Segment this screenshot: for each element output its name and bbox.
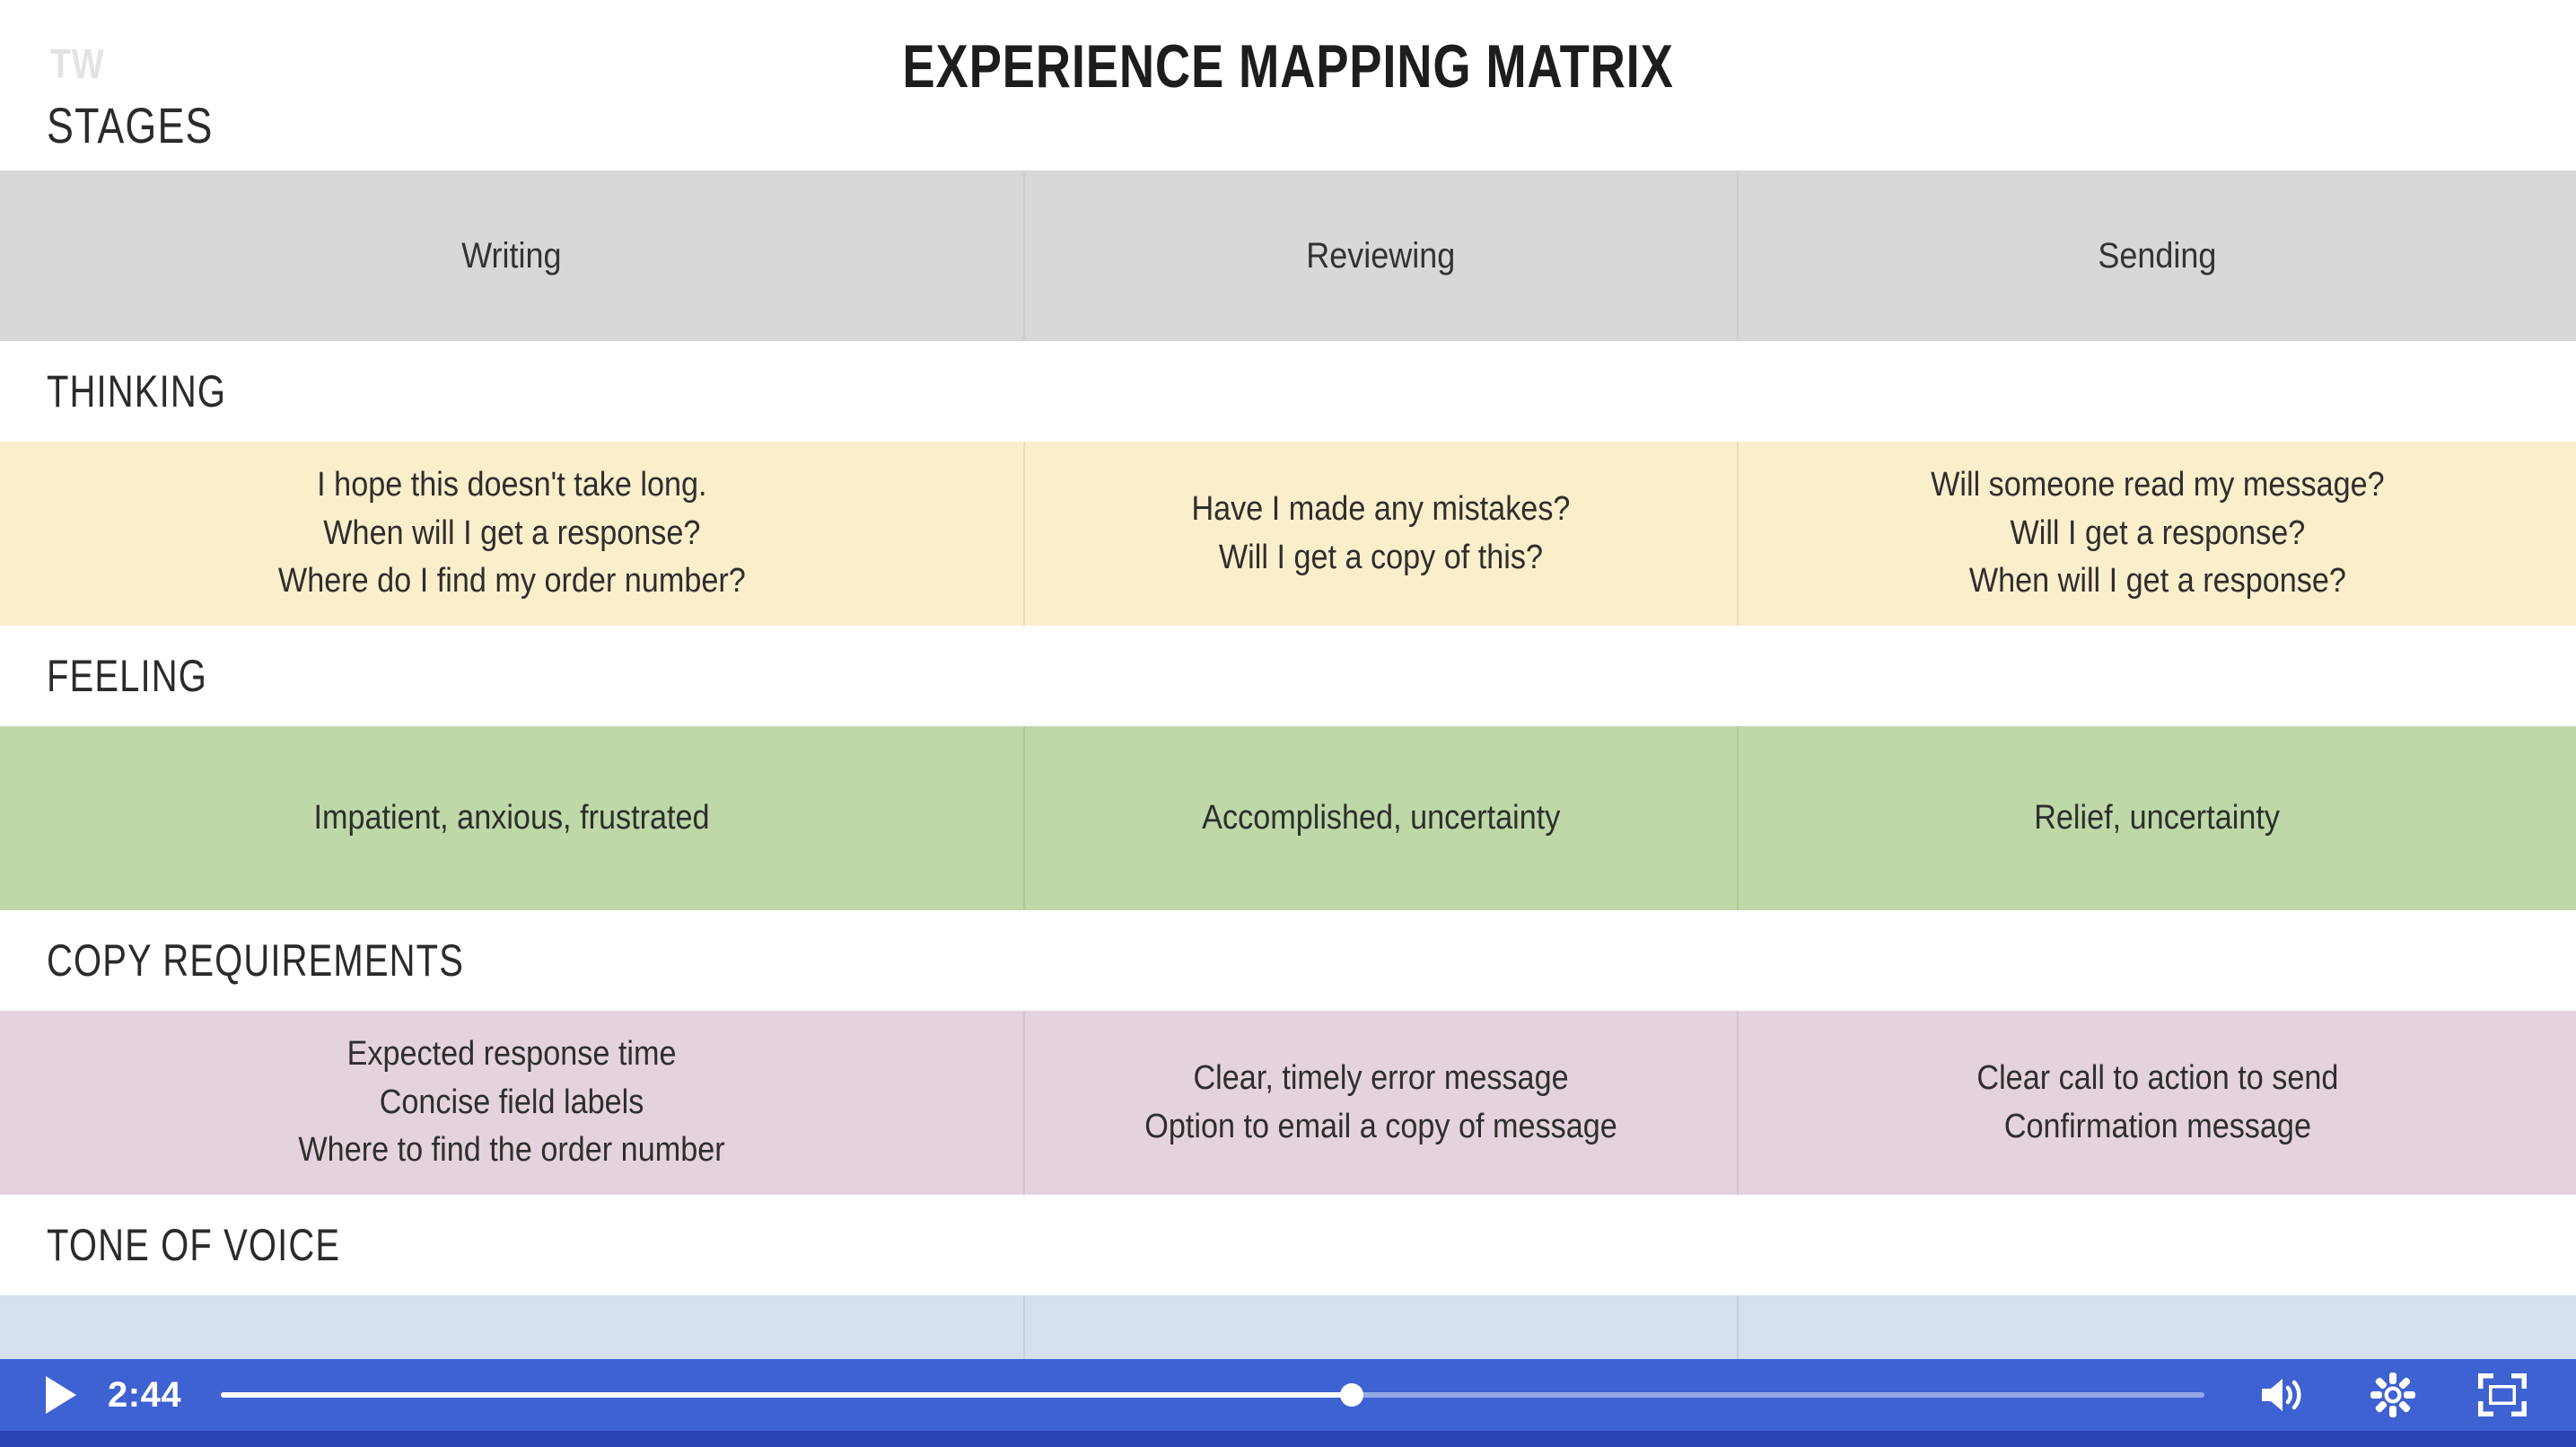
slide-canvas: TW STAGES EXPERIENCE MAPPING MATRIX Writ… xyxy=(0,0,2576,1447)
row-label-copy-requirements-text: COPY REQUIREMENTS xyxy=(47,935,465,986)
stages-row-label: STAGES xyxy=(47,101,214,151)
matrix-row-feeling: Impatient, anxious, frustrated Accomplis… xyxy=(0,726,2576,910)
column-header-writing: Writing xyxy=(461,235,562,276)
column-header-sending: Sending xyxy=(1737,171,2576,341)
row-label-thinking: THINKING xyxy=(0,341,2576,442)
experience-matrix: Writing Reviewing Sending THINKING I hop… xyxy=(0,171,2576,1447)
volume-button[interactable] xyxy=(2240,1359,2326,1431)
progress-handle[interactable] xyxy=(1339,1383,1363,1407)
cell-feeling-sending: Relief, uncertainty xyxy=(1737,726,2576,910)
row-label-tone-of-voice: TONE OF VOICE xyxy=(0,1195,2576,1295)
page-title: EXPERIENCE MAPPING MATRIX xyxy=(0,36,2576,97)
cell-thinking-reviewing: Have I made any mistakes? Will I get a c… xyxy=(1023,442,1737,626)
cell-copy-reviewing: Clear, timely error message Option to em… xyxy=(1023,1011,1737,1195)
cell-copy-writing: Expected response time Concise field lab… xyxy=(298,1034,725,1170)
row-label-thinking-text: THINKING xyxy=(47,366,227,417)
settings-button[interactable] xyxy=(2350,1359,2436,1431)
row-label-tone-of-voice-text: TONE OF VOICE xyxy=(47,1220,341,1270)
cell-copy-sending: Clear call to action to send Confirmatio… xyxy=(1737,1011,2576,1195)
row-label-copy-requirements: COPY REQUIREMENTS xyxy=(0,910,2576,1011)
cell-feeling-reviewing: Accomplished, uncertainty xyxy=(1023,726,1737,910)
fullscreen-icon xyxy=(2478,1373,2527,1416)
play-button[interactable] xyxy=(20,1359,97,1431)
matrix-row-copy-requirements: Expected response time Concise field lab… xyxy=(0,1011,2576,1195)
row-label-feeling: FEELING xyxy=(0,626,2576,726)
cell-thinking-sending: Will someone read my message? Will I get… xyxy=(1737,442,2576,626)
video-player-viewport: TW STAGES EXPERIENCE MAPPING MATRIX Writ… xyxy=(0,0,2576,1447)
matrix-header-row: Writing Reviewing Sending xyxy=(0,171,2576,341)
cell-thinking-writing: I hope this doesn't take long. When will… xyxy=(277,465,746,601)
volume-icon xyxy=(2262,1379,2301,1411)
row-label-feeling-text: FEELING xyxy=(47,651,207,701)
play-icon xyxy=(46,1376,76,1414)
fullscreen-button[interactable] xyxy=(2459,1359,2545,1431)
progress-scrubber[interactable] xyxy=(221,1359,2204,1431)
matrix-row-thinking: I hope this doesn't take long. When will… xyxy=(0,442,2576,626)
stages-row-label-text: STAGES xyxy=(47,97,214,153)
column-header-reviewing: Reviewing xyxy=(1023,171,1737,341)
current-time-display: 2:44 xyxy=(108,1374,182,1415)
progress-played xyxy=(221,1392,1352,1398)
cell-feeling-writing: Impatient, anxious, frustrated xyxy=(313,798,710,837)
page-title-text: EXPERIENCE MAPPING MATRIX xyxy=(902,32,1674,101)
gear-icon xyxy=(2370,1372,2415,1417)
video-control-bar: 2:44 xyxy=(0,1359,2576,1447)
